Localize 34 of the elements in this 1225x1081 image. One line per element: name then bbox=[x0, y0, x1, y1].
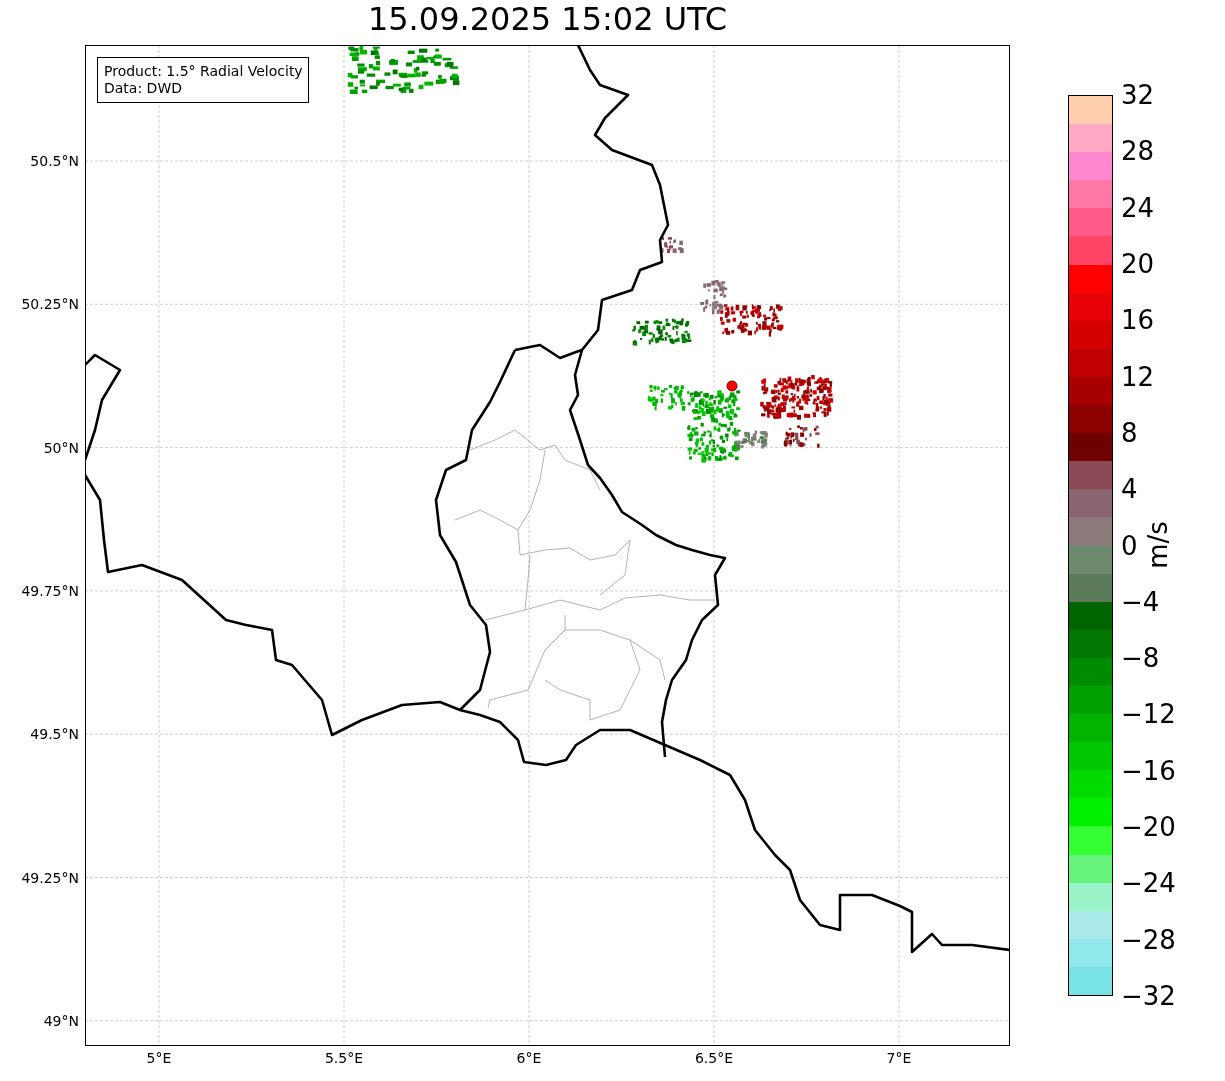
colorbar-tick-label: −16 bbox=[1121, 754, 1176, 787]
colorbar-tick-label: −24 bbox=[1121, 867, 1176, 900]
colorbar-tick-label: 4 bbox=[1121, 473, 1138, 506]
radar-site-marker bbox=[726, 380, 738, 392]
longitude-label: 7°E bbox=[886, 1050, 912, 1066]
colorbar-tick-label: 8 bbox=[1121, 416, 1138, 449]
info-text: Data: DWD bbox=[104, 80, 183, 97]
colorbar-tick-label: −8 bbox=[1121, 642, 1160, 675]
longitude-label: 5.5°E bbox=[324, 1050, 364, 1066]
latitude-label: 50.25°N bbox=[21, 295, 79, 314]
chart-title: 15.09.2025 15:02 UTC bbox=[367, 0, 728, 39]
info-text: Product: 1.5° Radial Velocity bbox=[104, 63, 303, 80]
colorbar-tick-label: −12 bbox=[1121, 698, 1176, 731]
colorbar-tick-label: 20 bbox=[1121, 247, 1155, 280]
colorbar-label: m/s bbox=[1143, 520, 1173, 571]
colorbar-tick-label: 16 bbox=[1121, 304, 1155, 337]
colorbar-tick-label: −32 bbox=[1121, 980, 1176, 1012]
latitude-label: 49.5°N bbox=[30, 725, 79, 744]
colorbar-tick-label: 0 bbox=[1121, 529, 1138, 562]
colorbar-tick-label: −4 bbox=[1121, 585, 1160, 618]
latitude-label: 50°N bbox=[43, 438, 79, 457]
colorbar-tick-label: 28 bbox=[1121, 135, 1155, 168]
latitude-label: 49.25°N bbox=[21, 868, 79, 887]
longitude-label: 6°E bbox=[516, 1050, 542, 1066]
longitude-label: 5°E bbox=[146, 1050, 172, 1066]
latitude-label: 49°N bbox=[43, 1011, 79, 1030]
latitude-label: 50.5°N bbox=[30, 152, 79, 170]
colorbar-tick-label: −28 bbox=[1121, 923, 1176, 956]
latitude-label: 49.75°N bbox=[21, 581, 79, 600]
longitude-label: 6.5°E bbox=[694, 1050, 734, 1066]
colorbar-tick-label: 24 bbox=[1121, 191, 1155, 224]
colorbar-tick-label: 12 bbox=[1121, 360, 1155, 393]
colorbar-tick-label: −20 bbox=[1121, 811, 1176, 844]
colorbar-tick-label: 32 bbox=[1121, 79, 1155, 111]
